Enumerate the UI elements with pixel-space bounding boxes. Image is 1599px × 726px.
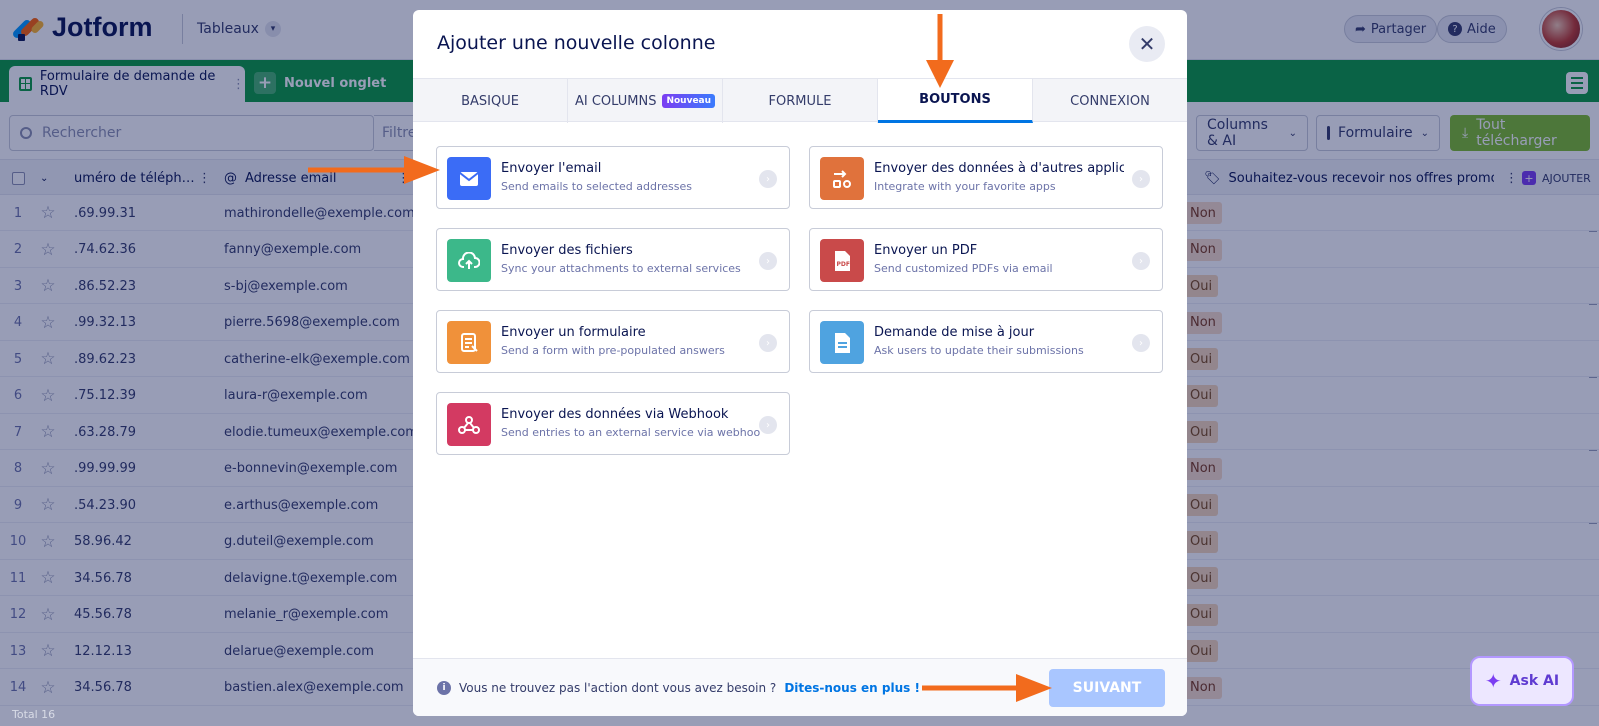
chevron-right-icon: ›	[759, 252, 777, 270]
card-description: Integrate with your favorite apps	[874, 180, 1056, 193]
webhook-icon	[447, 403, 491, 446]
card-description: Ask users to update their submissions	[874, 344, 1084, 357]
tab-basique[interactable]: BASIQUE	[413, 79, 568, 123]
next-button[interactable]: SUIVANT	[1049, 669, 1165, 707]
card-description: Send emails to selected addresses	[501, 180, 692, 193]
mail-icon	[447, 157, 491, 200]
card-update-request[interactable]: Demande de mise à jour Ask users to upda…	[809, 310, 1163, 373]
modal-title: Ajouter une nouvelle colonne	[437, 32, 716, 54]
tab-boutons-label: BOUTONS	[919, 92, 991, 107]
tab-connexion[interactable]: CONNEXION	[1033, 79, 1187, 123]
modal-footer: i Vous ne trouvez pas l'action dont vous…	[413, 658, 1187, 716]
pdf-icon: PDF	[820, 239, 864, 282]
card-description: Send customized PDFs via email	[874, 262, 1053, 275]
add-column-modal: Ajouter une nouvelle colonne ✕ BASIQUE A…	[413, 10, 1187, 716]
annotation-arrow-right	[922, 674, 1052, 702]
help-message: i Vous ne trouvez pas l'action dont vous…	[437, 681, 920, 695]
card-title: Envoyer des fichiers	[501, 243, 633, 258]
chevron-right-icon: ›	[759, 416, 777, 434]
tab-ai-columns[interactable]: AI COLUMNS Nouveau	[568, 79, 723, 123]
total-count: Total 16	[12, 708, 56, 721]
tab-ai-columns-label: AI COLUMNS	[574, 93, 657, 109]
info-icon: i	[437, 681, 451, 695]
modal-tabs: BASIQUE AI COLUMNS Nouveau FORMULE BOUTON…	[413, 78, 1187, 123]
ask-ai-button[interactable]: ✦ Ask AI	[1470, 656, 1574, 706]
tab-basique-label: BASIQUE	[461, 93, 519, 109]
apps-icon	[820, 157, 864, 200]
card-webhook[interactable]: Envoyer des données via Webhook Send ent…	[436, 392, 790, 455]
annotation-arrow-right	[308, 156, 440, 184]
close-icon[interactable]: ✕	[1129, 26, 1165, 62]
sparkle-icon: ✦	[1484, 669, 1502, 693]
card-send-form[interactable]: Envoyer un formulaire Send a form with p…	[436, 310, 790, 373]
card-send-email[interactable]: Envoyer l'email Send emails to selected …	[436, 146, 790, 209]
card-title: Envoyer un formulaire	[501, 325, 646, 340]
card-title: Envoyer l'email	[501, 161, 602, 176]
document-icon	[820, 321, 864, 364]
tab-formule-label: FORMULE	[768, 93, 832, 109]
card-title: Envoyer un PDF	[874, 243, 978, 258]
card-send-to-apps[interactable]: Envoyer des données à d'autres applic… I…	[809, 146, 1163, 209]
card-send-files[interactable]: Envoyer des fichiers Sync your attachmen…	[436, 228, 790, 291]
form-icon	[447, 321, 491, 364]
chevron-right-icon: ›	[1132, 334, 1150, 352]
tab-formule[interactable]: FORMULE	[723, 79, 878, 123]
new-badge: Nouveau	[662, 94, 716, 108]
chevron-right-icon: ›	[759, 170, 777, 188]
tab-connexion-label: CONNEXION	[1070, 93, 1150, 109]
cloud-upload-icon	[447, 239, 491, 282]
card-title: Envoyer des données à d'autres applic…	[874, 161, 1124, 176]
card-description: Send a form with pre-populated answers	[501, 344, 725, 357]
chevron-right-icon: ›	[1132, 252, 1150, 270]
svg-text:PDF: PDF	[837, 261, 850, 268]
chevron-right-icon: ›	[759, 334, 777, 352]
card-description: Sync your attachments to external servic…	[501, 262, 741, 275]
ask-ai-label: Ask AI	[1509, 673, 1560, 689]
card-send-pdf[interactable]: PDF Envoyer un PDF Send customized PDFs …	[809, 228, 1163, 291]
card-description: Send entries to an external service via …	[501, 426, 761, 439]
help-message-text: Vous ne trouvez pas l'action dont vous a…	[459, 681, 777, 695]
card-title: Envoyer des données via Webhook	[501, 407, 729, 422]
annotation-arrow-down	[926, 14, 954, 88]
app-background: Jotform Tableaux ▾ ➦ Partager ? Aide For…	[0, 0, 1599, 726]
chevron-right-icon: ›	[1132, 170, 1150, 188]
tell-us-more-link[interactable]: Dites-nous en plus !	[784, 681, 920, 695]
card-title: Demande de mise à jour	[874, 325, 1035, 340]
